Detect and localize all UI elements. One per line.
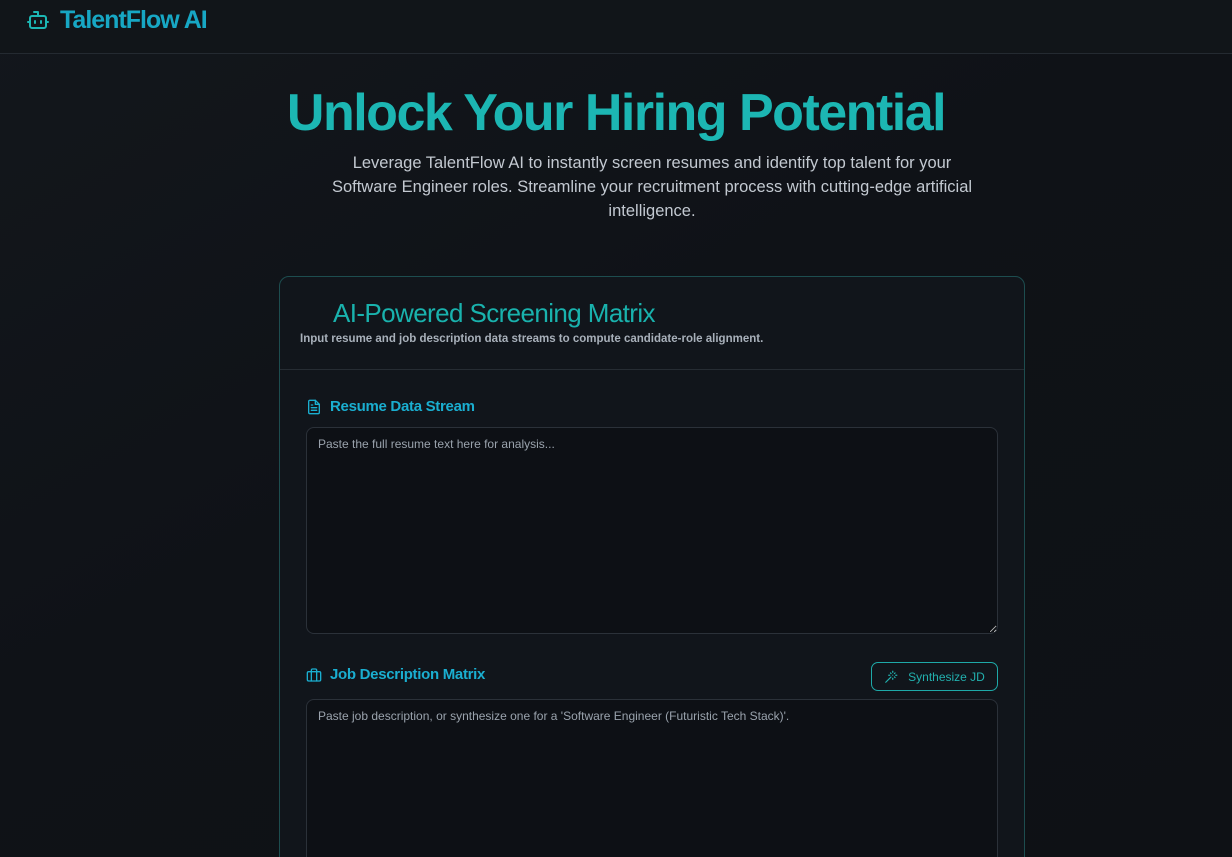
card-description: Input resume and job description data st… xyxy=(300,333,764,345)
file-text-icon xyxy=(308,399,320,414)
hero-title: Unlock Your Hiring Potential xyxy=(286,84,947,142)
top-navbar: TalentFlow AI xyxy=(0,0,1232,54)
synthesize-jd-button[interactable]: Synthesize JD xyxy=(871,662,998,691)
wand-icon xyxy=(885,670,898,683)
synthesize-jd-label: Synthesize JD xyxy=(908,669,985,684)
card-header: AI-Powered Screening Matrix Input resume… xyxy=(280,277,1024,370)
brand-logo-link[interactable]: TalentFlow AI xyxy=(26,4,208,36)
resume-label: Resume Data Stream xyxy=(306,398,475,415)
card-title: AI-Powered Screening Matrix xyxy=(333,298,656,328)
bot-icon xyxy=(27,11,49,29)
job-description-label-text: Job Description Matrix xyxy=(330,666,486,683)
briefcase-icon xyxy=(306,667,322,682)
resume-label-text: Resume Data Stream xyxy=(330,398,475,415)
brand-name: TalentFlow AI xyxy=(60,6,208,34)
hero-subtitle: Leverage TalentFlow AI to instantly scre… xyxy=(331,154,973,220)
page: TalentFlow AI Unlock Your Hiring Potenti… xyxy=(0,0,1232,857)
resume-input[interactable] xyxy=(306,427,998,634)
job-description-label: Job Description Matrix xyxy=(306,666,485,683)
job-description-input[interactable] xyxy=(306,699,998,857)
screening-card: AI-Powered Screening Matrix Input resume… xyxy=(279,276,1025,857)
